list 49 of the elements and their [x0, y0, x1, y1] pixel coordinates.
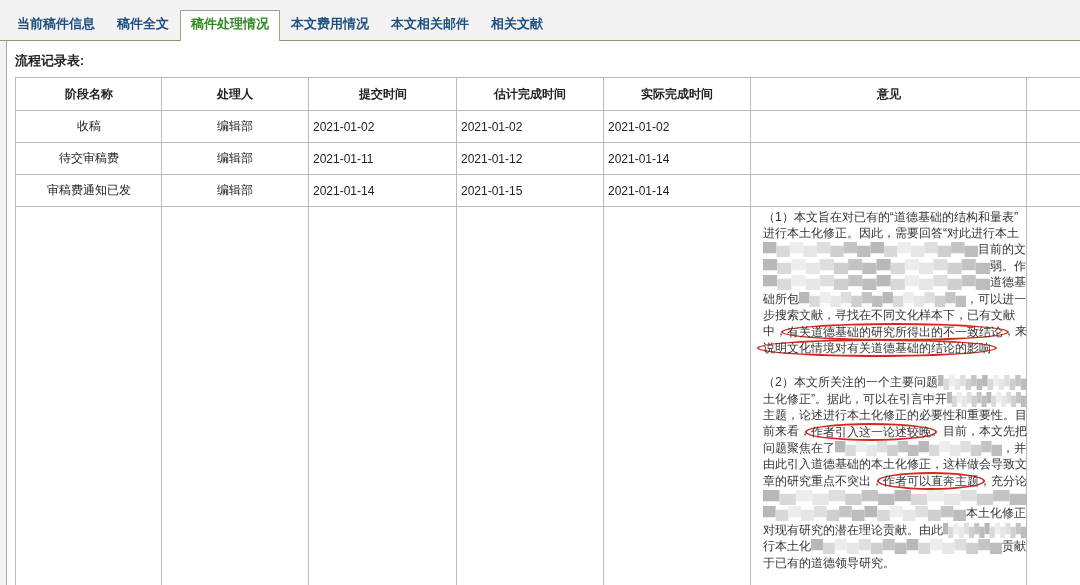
column-header: 实际完成时间	[641, 86, 713, 101]
tab[interactable]: 当前稿件信息	[6, 10, 106, 40]
opinion-text: 对现有研究的潜在理论贡献。由此	[763, 521, 943, 539]
opinion-text: 由此引入道德基础的本土化修正，这样做会导致文	[763, 456, 1027, 474]
table-cell: 编辑部	[217, 119, 253, 133]
opinion-text: 贡献	[1002, 538, 1026, 556]
opinion-text: ，可以进一	[966, 290, 1026, 308]
opinion-text: 目前的文	[978, 241, 1026, 259]
opinion-text: 。目前，本文先把	[931, 423, 1027, 441]
opinion-text: 步搜索文献，寻找在不同文化样本下，已有文献	[763, 307, 1015, 325]
opinion-text: （2）本文所关注的一个主要问题	[763, 374, 938, 392]
tab[interactable]: 稿件处理情况	[180, 10, 280, 41]
table-cell: 待交审稿费	[58, 151, 119, 165]
table-cell: 2021-01-14	[313, 183, 375, 198]
table-cell: 2021-01-12	[461, 151, 523, 166]
opinion-text: 弱。作	[990, 257, 1026, 275]
table-cell: 2021-01-14	[608, 151, 670, 166]
table-cell: 2021-01-11	[313, 151, 374, 166]
opinion-text: 问题聚焦在了	[763, 439, 835, 457]
opinion-text: 主题，论述进行本土化修正的必要性和重要性。目	[763, 407, 1027, 424]
section-title: 流程记录表:	[15, 53, 86, 70]
tab[interactable]: 本文费用情况	[280, 10, 380, 40]
table-cell: 审稿费通知已发	[46, 183, 131, 197]
column-header: 意见	[876, 86, 901, 101]
table-cell: 2021-01-02	[461, 119, 523, 134]
tab[interactable]: 相关文献	[480, 10, 554, 40]
table-cell: 2021-01-02	[313, 119, 375, 134]
tab[interactable]: 本文相关邮件	[380, 10, 480, 40]
table-cell: 2021-01-02	[608, 119, 670, 134]
column-header: 阶段名称	[64, 86, 113, 101]
column-header: 估计完成时间	[494, 86, 566, 101]
opinion-text: 前来看，	[763, 423, 811, 441]
table-cell: 2021-01-14	[608, 183, 670, 198]
column-header: 提交时间	[358, 86, 407, 101]
opinion-text: ，并	[1002, 439, 1026, 457]
table-cell: 2021-01-15	[461, 183, 523, 198]
opinion-text: 于已有的道德领导研究。	[763, 554, 895, 572]
opinion-text: 进行本土化修正。因此，需要回答“对此进行本土	[763, 225, 1020, 243]
opinion-text: 础所包	[763, 290, 799, 308]
table-cell: 收稿	[76, 119, 101, 133]
opinion-text: 道德基	[990, 274, 1026, 292]
tab[interactable]: 稿件全文	[106, 10, 180, 40]
table-cell: 编辑部	[217, 151, 253, 165]
opinion-text: 土化修正”。据此，可以在引言中开	[763, 390, 948, 408]
table-cell: 编辑部	[217, 183, 253, 197]
column-header: 处理人	[217, 86, 253, 101]
opinion-text: 行本土化	[763, 538, 811, 556]
opinion-text: 本土化修正	[966, 505, 1026, 523]
opinion-text: （1）本文旨在对已有的“道德基础的结构和量表”	[763, 208, 1019, 226]
